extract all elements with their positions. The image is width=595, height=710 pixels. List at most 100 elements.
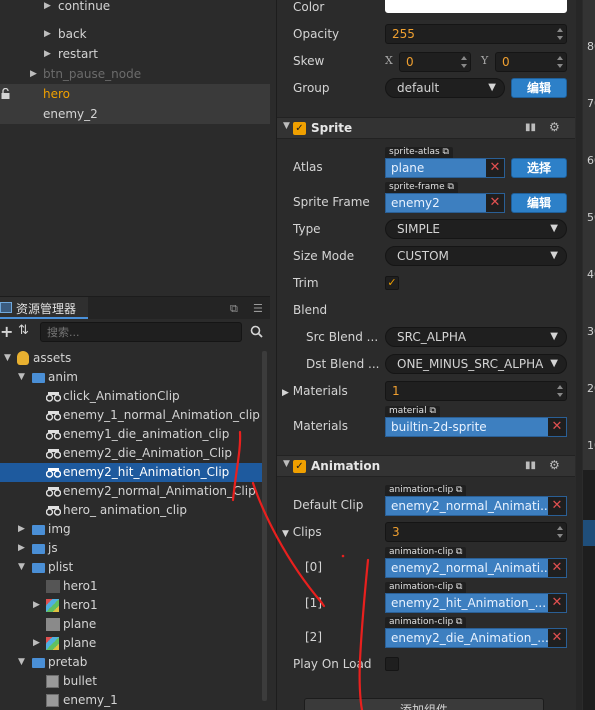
materials-count-input[interactable]: 1: [385, 381, 567, 401]
clips-count-input[interactable]: 3: [385, 522, 567, 542]
tree-item-clip[interactable]: enemy2_die_Animation_Clip: [0, 444, 262, 463]
search-icon[interactable]: [250, 325, 263, 338]
tree-item-plane[interactable]: plane: [0, 615, 262, 634]
tree-item-clip[interactable]: hero_ animation_clip: [0, 501, 262, 520]
clip-1-asset-field[interactable]: enemy2_hit_Animation_... ✕: [385, 593, 567, 613]
atlas-select-button[interactable]: 选择: [511, 158, 567, 178]
tree-item-plist[interactable]: ▼ plist: [0, 558, 262, 577]
expand-arrow-icon[interactable]: ▶: [18, 539, 25, 558]
sort-icon[interactable]: ⇅: [18, 323, 29, 338]
enabled-checkbox[interactable]: ✓: [293, 122, 306, 135]
book-icon[interactable]: ▮▮: [525, 122, 536, 133]
book-icon[interactable]: ▮▮: [525, 460, 536, 471]
lock-icon[interactable]: [1, 88, 10, 99]
add-asset-icon[interactable]: +: [0, 322, 13, 341]
collapse-arrow-icon[interactable]: ▼: [18, 558, 25, 577]
stepper-icon[interactable]: [460, 54, 468, 70]
asset-scrollbar[interactable]: [262, 351, 267, 701]
tree-item-bullet[interactable]: bullet: [0, 672, 262, 691]
default-clip-asset-field[interactable]: enemy2_normal_Animati... ✕: [385, 496, 567, 516]
type-select[interactable]: SIMPLE ▼: [385, 219, 567, 239]
clear-icon[interactable]: ✕: [548, 418, 566, 436]
size-mode-select[interactable]: CUSTOM ▼: [385, 246, 567, 266]
skew-y-input[interactable]: 0: [495, 52, 567, 72]
src-blend-select[interactable]: SRC_ALPHA ▼: [385, 327, 567, 347]
dst-blend-select[interactable]: ONE_MINUS_SRC_ALPHA ▼: [385, 354, 567, 374]
clear-icon[interactable]: ✕: [486, 194, 504, 212]
gear-icon[interactable]: ⚙: [549, 120, 560, 134]
materials-expander[interactable]: ▶ Materials: [282, 384, 348, 398]
group-edit-button[interactable]: 编辑: [511, 78, 567, 98]
trim-checkbox[interactable]: ✓: [385, 276, 399, 290]
stepper-icon[interactable]: [556, 383, 564, 399]
hierarchy-item-restart[interactable]: ▶ restart: [0, 44, 270, 64]
tree-item-clip[interactable]: click_AnimationClip: [0, 387, 262, 406]
clear-icon[interactable]: ✕: [548, 559, 566, 577]
tree-item-assets[interactable]: ▼ assets: [0, 349, 262, 368]
collapse-arrow-icon[interactable]: ▼: [18, 653, 25, 672]
clear-icon[interactable]: ✕: [548, 594, 566, 612]
stepper-icon[interactable]: [556, 26, 564, 42]
clips-expander[interactable]: ▼ Clips: [282, 525, 322, 539]
sprite-section-header[interactable]: ▼ ✓ Sprite ▮▮ ⚙: [277, 117, 575, 139]
tree-item-plane-plist[interactable]: ▶ plane: [0, 634, 262, 653]
collapse-arrow-icon[interactable]: ▼: [283, 121, 290, 131]
tree-item-anim[interactable]: ▼ anim: [0, 368, 262, 387]
stepper-icon[interactable]: [556, 54, 564, 70]
collapse-arrow-icon[interactable]: ▼: [4, 349, 11, 368]
inspector-scrollbar[interactable]: [576, 0, 582, 710]
tree-item-pretab[interactable]: ▼ pretab: [0, 653, 262, 672]
clear-icon[interactable]: ✕: [486, 159, 504, 177]
tree-item-clip[interactable]: enemy2_normal_Animation_Clip: [0, 482, 262, 501]
color-swatch[interactable]: [385, 0, 567, 13]
expand-arrow-icon[interactable]: ▶: [44, 44, 51, 64]
expand-arrow-icon[interactable]: ▶: [282, 388, 289, 398]
add-component-button[interactable]: 添加组件: [304, 698, 544, 710]
clip-0-asset-field[interactable]: enemy2_normal_Animati... ✕: [385, 558, 567, 578]
maximize-icon[interactable]: ⧉: [230, 302, 238, 316]
animation-section-header[interactable]: ▼ ✓ Animation ▮▮ ⚙: [277, 455, 575, 477]
tree-item-js[interactable]: ▶ js: [0, 539, 262, 558]
tree-item-enemy-1[interactable]: enemy_1: [0, 691, 262, 710]
clip-2-asset-field[interactable]: enemy2_die_Animation_... ✕: [385, 628, 567, 648]
play-on-load-checkbox[interactable]: [385, 657, 399, 671]
size-mode-value: CUSTOM: [397, 249, 449, 263]
enabled-checkbox[interactable]: ✓: [293, 460, 306, 473]
hierarchy-item-btn-pause-node[interactable]: ▶ btn_pause_node: [0, 64, 270, 84]
clear-icon[interactable]: ✕: [548, 629, 566, 647]
tree-item-clip[interactable]: enemy_1_normal_Animation_clip: [0, 406, 262, 425]
hierarchy-item-back[interactable]: ▶ back: [0, 24, 270, 44]
sprite-frame-asset-field[interactable]: enemy2 ✕: [385, 193, 505, 213]
tree-item-hero1-plist[interactable]: ▶ hero1: [0, 596, 262, 615]
hierarchy-item-enemy-2[interactable]: enemy_2: [0, 104, 270, 124]
gear-icon[interactable]: ⚙: [549, 458, 560, 472]
ruler-tick: 30: [587, 325, 595, 338]
skew-y-label: Y: [481, 54, 489, 67]
menu-icon[interactable]: ☰: [253, 302, 263, 315]
group-select[interactable]: default ▼: [385, 78, 505, 98]
opacity-input[interactable]: 255: [385, 24, 567, 44]
tab-asset-manager[interactable]: 资源管理器: [0, 297, 88, 319]
asset-search-input[interactable]: [40, 322, 242, 342]
stepper-icon[interactable]: [556, 524, 564, 540]
hierarchy-item-hero[interactable]: hero: [0, 84, 270, 104]
expand-arrow-icon[interactable]: ▶: [18, 520, 25, 539]
atlas-asset-field[interactable]: plane ✕: [385, 158, 505, 178]
collapse-arrow-icon[interactable]: ▼: [283, 459, 290, 469]
collapse-arrow-icon[interactable]: ▼: [282, 529, 289, 539]
tree-item-clip[interactable]: enemy1_die_animation_clip: [0, 425, 262, 444]
clear-icon[interactable]: ✕: [548, 497, 566, 515]
hierarchy-item-continue[interactable]: ▶ continue: [0, 0, 270, 16]
expand-arrow-icon[interactable]: ▶: [33, 596, 40, 615]
expand-arrow-icon[interactable]: ▶: [44, 0, 51, 16]
tree-item-hero1[interactable]: hero1: [0, 577, 262, 596]
tree-item-img[interactable]: ▶ img: [0, 520, 262, 539]
expand-arrow-icon[interactable]: ▶: [33, 634, 40, 653]
collapse-arrow-icon[interactable]: ▼: [18, 368, 25, 387]
sprite-frame-edit-button[interactable]: 编辑: [511, 193, 567, 213]
expand-arrow-icon[interactable]: ▶: [44, 24, 51, 44]
expand-arrow-icon[interactable]: ▶: [30, 64, 37, 84]
skew-x-input[interactable]: 0: [399, 52, 471, 72]
material-asset-field[interactable]: builtin-2d-sprite ✕: [385, 417, 567, 437]
tree-item-clip-selected[interactable]: enemy2_hit_Animation_Clip: [0, 463, 262, 482]
